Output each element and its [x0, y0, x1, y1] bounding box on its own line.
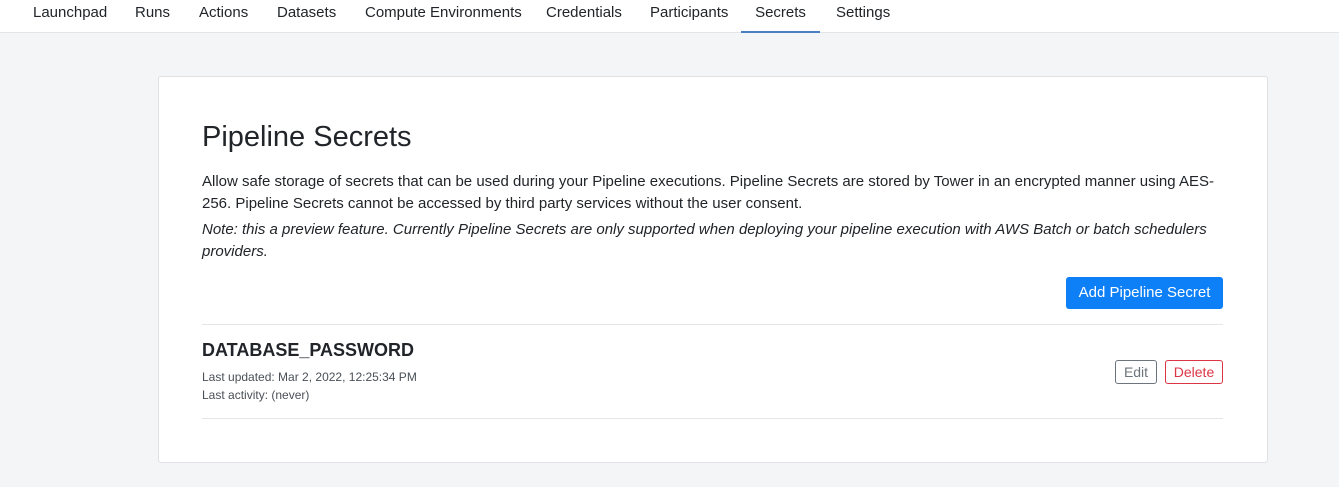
secrets-list: DATABASE_PASSWORD Last updated: Mar 2, 2…	[202, 324, 1223, 419]
secret-last-updated: Last updated: Mar 2, 2022, 12:25:34 PM	[202, 370, 417, 384]
tab-participants[interactable]: Participants	[635, 0, 743, 33]
tab-actions[interactable]: Actions	[184, 0, 263, 33]
edit-button[interactable]: Edit	[1115, 360, 1157, 384]
secret-last-activity: Last activity: (never)	[202, 388, 310, 402]
tab-launchpad[interactable]: Launchpad	[18, 0, 122, 33]
delete-button[interactable]: Delete	[1165, 360, 1223, 384]
secret-name: DATABASE_PASSWORD	[202, 340, 415, 360]
tab-settings[interactable]: Settings	[821, 0, 905, 33]
tab-datasets[interactable]: Datasets	[262, 0, 351, 33]
tab-secrets[interactable]: Secrets	[741, 0, 820, 33]
top-navigation: Launchpad Runs Actions Datasets Compute …	[0, 0, 1339, 33]
preview-note: Note: this a preview feature. Currently …	[202, 221, 1207, 260]
secrets-card: Pipeline Secrets Allow safe storage of s…	[158, 76, 1268, 463]
add-pipeline-secret-button[interactable]: Add Pipeline Secret	[1066, 277, 1223, 309]
tab-credentials[interactable]: Credentials	[531, 0, 637, 33]
page-title: Pipeline Secrets	[202, 121, 412, 153]
page-description: Allow safe storage of secrets that can b…	[202, 173, 1214, 212]
tab-runs[interactable]: Runs	[120, 0, 185, 33]
tab-compute-environments[interactable]: Compute Environments	[350, 0, 537, 33]
